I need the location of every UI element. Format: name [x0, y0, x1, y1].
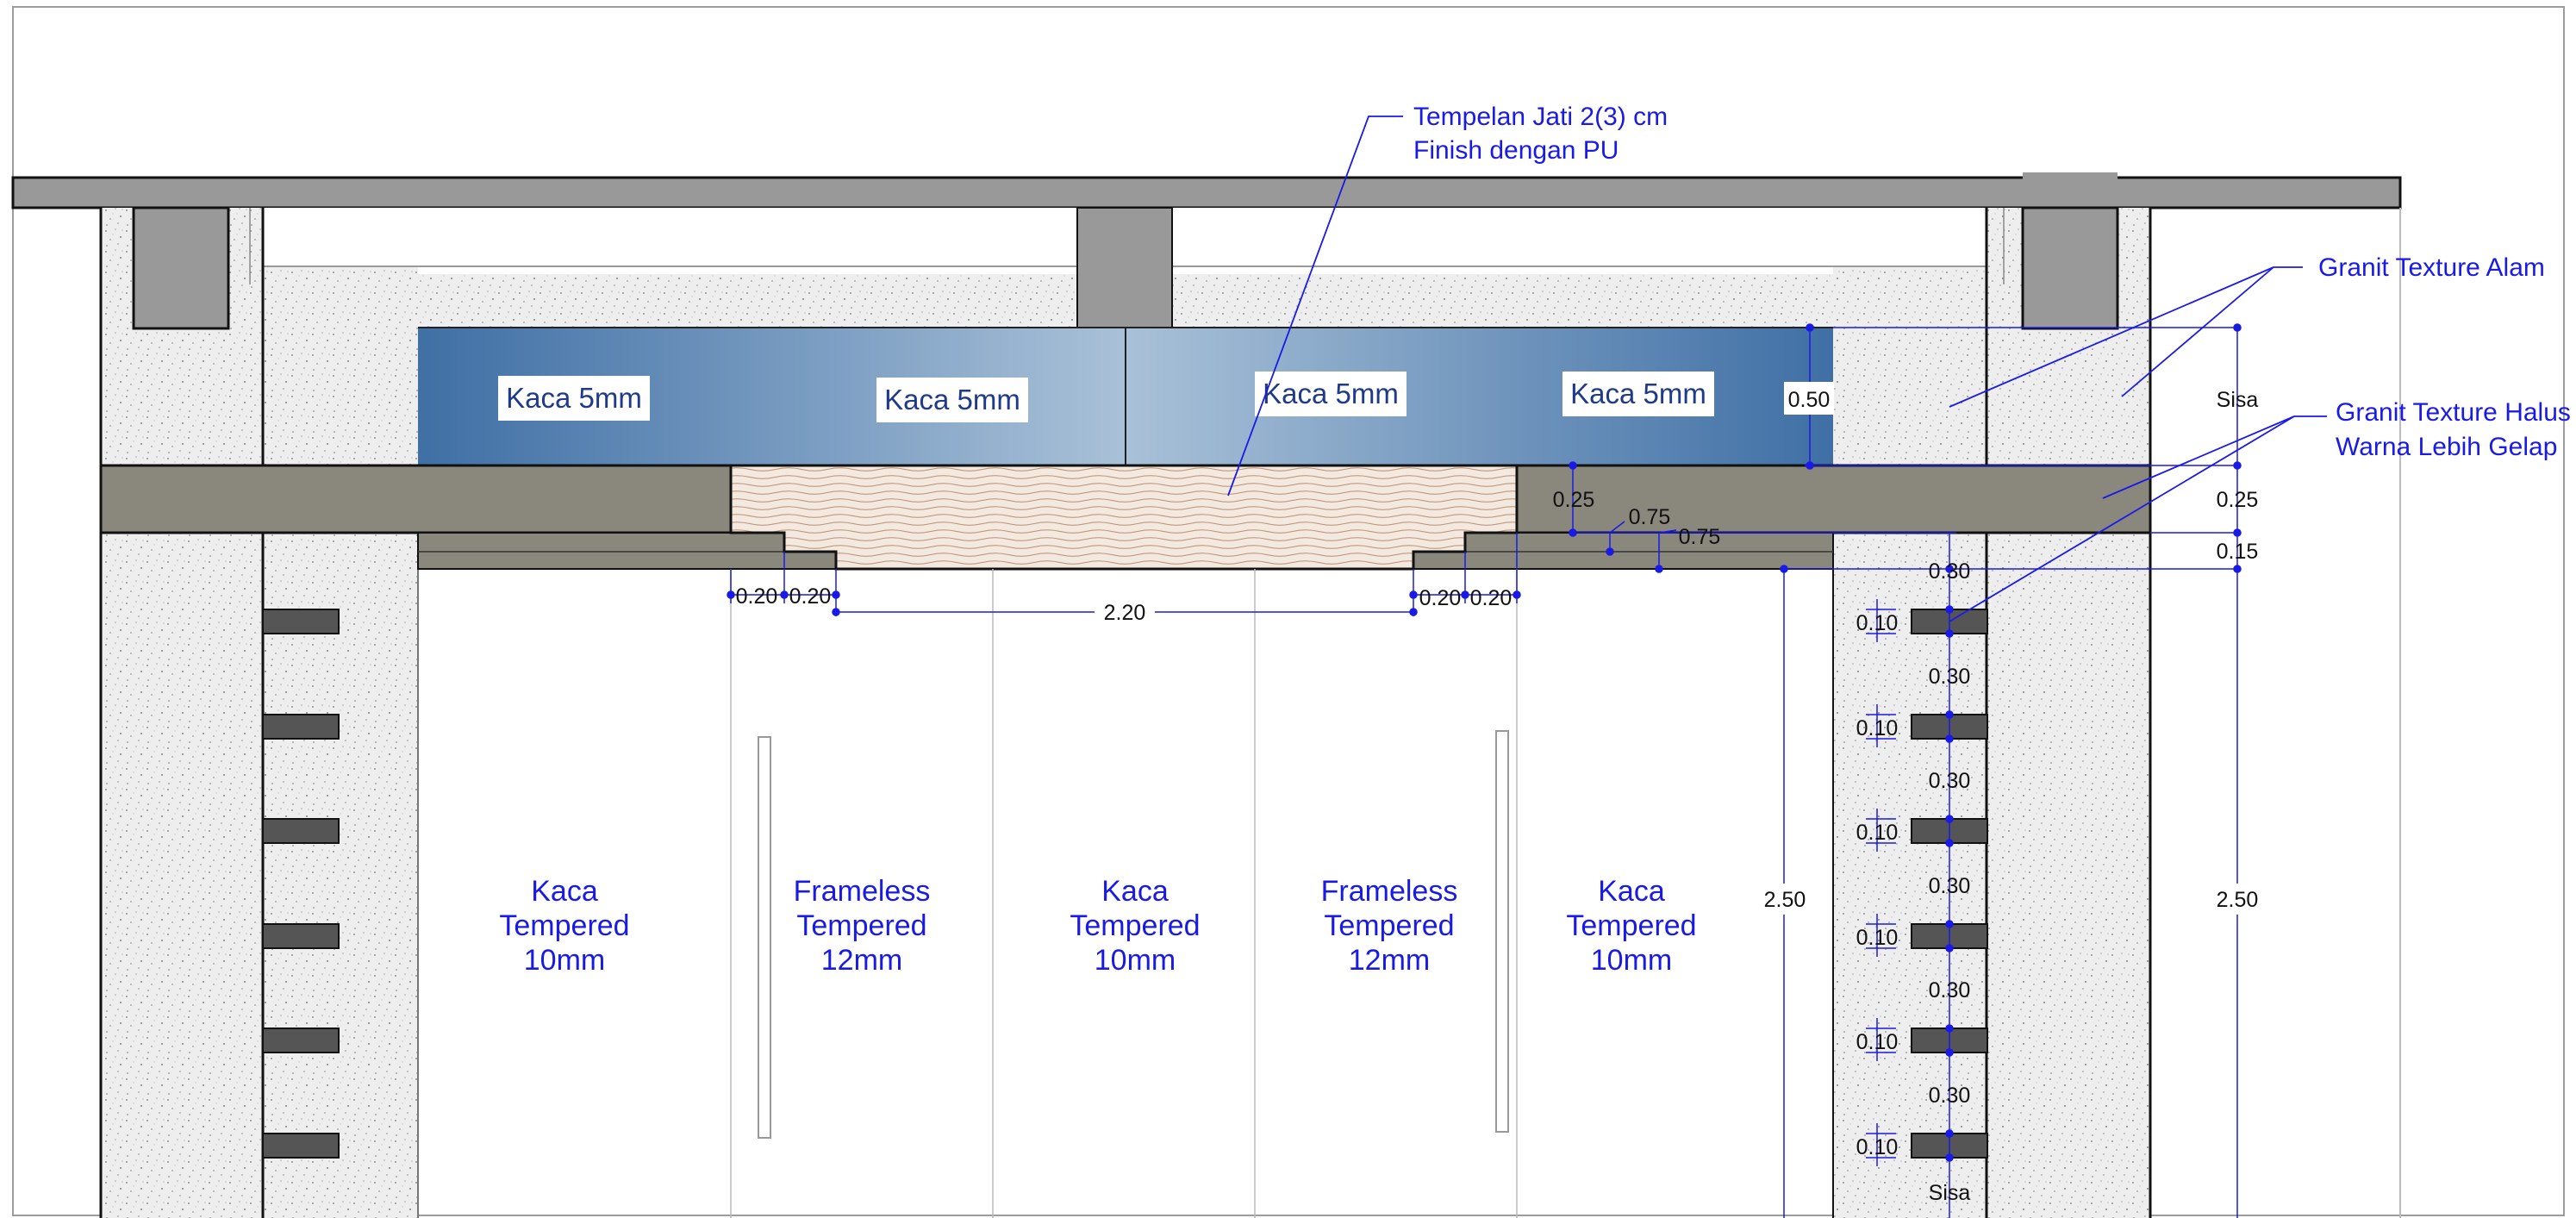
panel-label: Tempered	[796, 909, 926, 942]
glass-label: Kaca 5mm	[1570, 378, 1706, 409]
dimension-label: 0.30	[1929, 874, 1971, 898]
dimension-label: 2.50	[1764, 888, 1806, 912]
drop-beam-right	[2021, 206, 2119, 330]
dimension-label: 0.20	[789, 584, 832, 609]
panel-label: 12mm	[821, 944, 902, 977]
dimension-label: 0.10	[1856, 926, 1899, 950]
panel-label: Frameless	[794, 875, 931, 908]
drop-beam-center	[1076, 207, 1173, 329]
dimension-label: 0.30	[1929, 769, 1971, 793]
callout-granite-fine-line1: Granit Texture Halus	[2336, 398, 2571, 427]
dimension-label: 0.10	[1856, 821, 1899, 845]
dimension-label: 0.10	[1856, 1135, 1899, 1159]
dimension-label: 0.25	[2217, 488, 2259, 512]
door-handle-right	[1495, 730, 1509, 1133]
dimension-label: 0.10	[1856, 716, 1899, 740]
panel-label: Kaca	[1598, 875, 1665, 908]
glass-label: Kaca 5mm	[1263, 378, 1399, 409]
panel-label: Frameless	[1321, 875, 1458, 908]
dimension-label: 2.20	[1104, 601, 1146, 625]
elevation-drawing: Kaca 5mm Kaca 5mm Kaca 5mm Kaca 5mm Kaca…	[11, 6, 2571, 1218]
lower-beam-right	[1413, 532, 1834, 570]
slat	[262, 1133, 340, 1159]
lower-beam-left	[417, 532, 837, 570]
panel-label: Tempered	[1324, 909, 1454, 942]
dimension-label: Sisa	[2217, 388, 2259, 412]
callout-granite-fine-line2: Warna Lebih Gelap	[2336, 433, 2557, 461]
slat	[262, 1027, 340, 1053]
ceiling-slab	[11, 176, 2402, 209]
dimension-label: 0.10	[1856, 611, 1899, 635]
door-handle-left	[758, 736, 771, 1139]
dimension-label: 0.30	[1929, 559, 1971, 584]
dimension-label: 0.50	[1788, 388, 1831, 412]
panel-label: 12mm	[1349, 944, 1430, 977]
left-granite-column	[101, 208, 418, 1218]
dimension-label: 0.30	[1929, 978, 1971, 1003]
slat	[262, 714, 340, 740]
dimension-label: 0.20	[736, 584, 778, 609]
dimension-label: Sisa	[1929, 1181, 1971, 1205]
panel-label: Tempered	[499, 909, 629, 942]
slat	[262, 609, 340, 634]
dimension-label: 0.20	[1419, 586, 1462, 610]
dimension-label: 0.30	[1929, 665, 1971, 689]
callout-teak-line1: Tempelan Jati 2(3) cm	[1413, 103, 1668, 131]
dimension-label: 0.75	[1679, 525, 1721, 549]
panel-label: Kaca	[531, 875, 598, 908]
glass-label: Kaca 5mm	[506, 382, 642, 414]
callout-teak-line2: Finish dengan PU	[1413, 136, 1619, 165]
slat	[262, 818, 340, 844]
panel-label: Tempered	[1070, 909, 1200, 942]
dimension-label: 0.25	[1553, 488, 1595, 512]
teak-veneer-lintel	[729, 464, 1519, 571]
panel-label: 10mm	[524, 944, 605, 977]
right-granite-column	[1833, 208, 2150, 1218]
panel-label: 10mm	[1095, 944, 1176, 977]
beam-cap-right	[2023, 172, 2118, 179]
slat	[262, 923, 340, 949]
drop-beam-left	[132, 206, 230, 330]
dimension-label: 0.10	[1856, 1030, 1899, 1054]
glass-label: Kaca 5mm	[884, 384, 1020, 415]
panel-label: Tempered	[1566, 909, 1696, 942]
callout-granite-natural: Granit Texture Alam	[2318, 253, 2545, 282]
dimension-label: 0.30	[1929, 1084, 1971, 1108]
dimension-label: 0.20	[1470, 586, 1513, 610]
panel-label: 10mm	[1591, 944, 1672, 977]
panel-label: Kaca	[1101, 875, 1169, 908]
dimension-label: 0.15	[2217, 540, 2259, 564]
dimension-label: 0.75	[1629, 505, 1671, 529]
dimension-label: 2.50	[2217, 888, 2259, 912]
